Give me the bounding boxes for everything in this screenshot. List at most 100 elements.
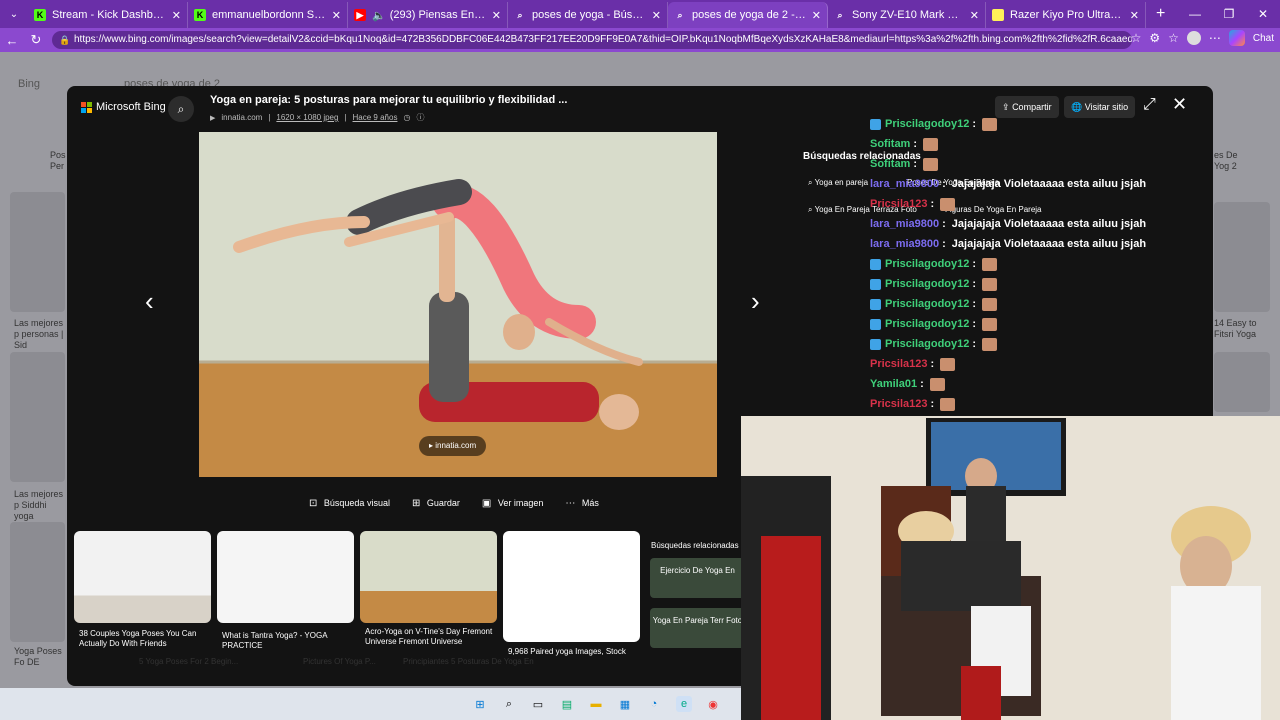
tab-razer[interactable]: Razer Kiyo Pro Ultra 4k | Mercado ✕ (986, 2, 1146, 28)
image-dimensions[interactable]: 1620 × 1080 jpeg (276, 113, 338, 122)
chrome-icon[interactable]: ◉ (705, 696, 721, 712)
close-tab-icon[interactable]: ✕ (812, 9, 821, 22)
related-search-item[interactable]: ⌕ Yoga en pareja (808, 178, 868, 188)
close-window-icon[interactable]: ✕ (1246, 0, 1280, 28)
chat-separator: : (930, 358, 935, 370)
chat-username[interactable]: lara_mia9800 (870, 238, 939, 250)
close-tab-icon[interactable]: ✕ (332, 9, 341, 22)
extensions-icon[interactable]: ⚙ (1149, 31, 1160, 45)
thumbnail-image (503, 531, 640, 642)
save-icon: ⊞ (411, 498, 421, 509)
related-search-item[interactable]: Figuras De Yoga En Pareja (945, 205, 1042, 214)
chat-username[interactable]: Priscilagodoy12 (885, 318, 969, 330)
microsoft-logo-icon (81, 101, 92, 113)
chat-username[interactable]: Priscilagodoy12 (885, 298, 969, 310)
new-tab-icon[interactable]: + (1146, 5, 1175, 23)
profile-avatar[interactable] (1186, 31, 1201, 45)
copilot-icon[interactable] (1228, 30, 1245, 46)
chat-username[interactable]: lara_mia9800 (870, 178, 939, 190)
chat-username[interactable]: Yamila01 (870, 378, 917, 390)
background-thumbnail (10, 522, 65, 642)
image-source-pill[interactable]: ▸ innatia.com (419, 436, 487, 456)
tab-kick-stream[interactable]: K emmanuelbordonn Stream - Wat ✕ (188, 2, 348, 28)
webcam-video (741, 416, 1280, 720)
chat-separator: : (913, 138, 918, 150)
edge-icon[interactable]: e (676, 696, 692, 712)
microsoft-bing-logo[interactable]: Microsoft Bing (81, 101, 166, 113)
close-modal-icon[interactable]: ✕ (1172, 94, 1187, 115)
thumb-caption: What is Tantra Yoga? - YOGA PRACTICE (222, 631, 328, 650)
similar-image-thumb[interactable] (217, 531, 354, 623)
visual-search-button[interactable]: ⊡ Búsqueda visual (309, 498, 390, 509)
previous-image-icon[interactable]: ‹ (145, 286, 154, 317)
main-image[interactable] (199, 132, 717, 477)
minimize-icon[interactable]: — (1178, 0, 1212, 28)
tab-poses-de-yoga-de-2[interactable]: ⌕ poses de yoga de 2 - Búsqueda I ✕ (668, 2, 828, 28)
background-caption: 5 Yoga Poses For 2 Begin... (139, 657, 239, 666)
similar-image-thumb[interactable] (503, 531, 640, 642)
next-image-icon[interactable]: › (751, 286, 760, 317)
chat-message: Priscilagodoy12: (870, 336, 998, 352)
refresh-icon[interactable]: ↻ (24, 32, 48, 48)
tab-label: emmanuelbordonn Stream - Wat (212, 9, 326, 21)
history-icon: ◷ (403, 113, 411, 122)
tab-poses-de-yoga[interactable]: ⌕ poses de yoga - Búsqueda ✕ (508, 2, 668, 28)
favorites-icon[interactable]: ☆ (1168, 31, 1179, 45)
tab-kick-dashboard[interactable]: K Stream - Kick Dashboard ✕ (28, 2, 188, 28)
related-card[interactable]: Yoga En Pareja Terr Foto (650, 608, 745, 648)
tab-label: Razer Kiyo Pro Ultra 4k | Mercado (1010, 9, 1124, 21)
info-icon[interactable]: ⓘ (416, 112, 424, 123)
chat-username[interactable]: lara_mia9800 (870, 218, 939, 230)
chat-username[interactable]: Pricsila123 (870, 358, 928, 370)
url-field[interactable]: 🔒 https://www.bing.com/images/search?vie… (52, 31, 1132, 49)
chat-username[interactable]: Priscilagodoy12 (885, 258, 969, 270)
toolbar-right: ☆ ⚙ ☆ ⋯ Chat (1131, 30, 1274, 46)
chat-username[interactable]: Pricsila123 (870, 398, 928, 410)
close-tab-icon[interactable]: ✕ (492, 9, 501, 22)
tab-actions-icon[interactable]: ⌄ (0, 0, 28, 28)
windows-start-icon[interactable]: ⊞ (472, 696, 488, 712)
view-image-button[interactable]: ▣ Ver imagen (482, 498, 544, 509)
restore-icon[interactable]: ❐ (1212, 0, 1246, 28)
save-button[interactable]: ⊞ Guardar (412, 498, 460, 509)
search-icon[interactable]: ⌕ (501, 696, 517, 712)
visit-site-button[interactable]: 🌐 Visitar sitio (1064, 96, 1136, 118)
background-thumbnail (10, 192, 65, 312)
chat-separator: : (913, 158, 918, 170)
similar-image-thumb[interactable] (360, 531, 497, 623)
tab-sony[interactable]: ⌕ Sony ZV-E10 Mark mercado libre ✕ (828, 2, 986, 28)
search-icon[interactable]: ⌕ (168, 96, 194, 122)
chat-message: Pricsila123: (870, 196, 956, 212)
wifi-icon[interactable]: ◔ (646, 696, 662, 712)
file-explorer-icon[interactable]: ▬ (588, 696, 604, 712)
chat-label[interactable]: Chat (1253, 33, 1274, 44)
similar-image-thumb[interactable] (74, 531, 211, 623)
back-icon[interactable]: ← (0, 33, 24, 48)
close-tab-icon[interactable]: ✕ (172, 9, 181, 22)
chat-username[interactable]: Priscilagodoy12 (885, 338, 969, 350)
widgets-icon[interactable]: ▤ (559, 696, 575, 712)
chat-username[interactable]: Sofitam (870, 138, 910, 150)
close-tab-icon[interactable]: ✕ (970, 9, 979, 22)
expand-icon[interactable]: ⤢ (1143, 96, 1156, 114)
chat-username[interactable]: Priscilagodoy12 (885, 118, 969, 130)
image-title[interactable]: Yoga en pareja: 5 posturas para mejorar … (210, 94, 567, 106)
chat-message: Sofitam: (870, 136, 939, 152)
close-tab-icon[interactable]: ✕ (652, 9, 661, 22)
more-icon[interactable]: ⋯ (1209, 31, 1221, 45)
image-source[interactable]: innatia.com (221, 113, 262, 122)
task-view-icon[interactable]: ▭ (530, 696, 546, 712)
tab-youtube[interactable]: ▶ 🔈 (293) Piensas En Mi - Nicky Ja ✕ (348, 2, 508, 28)
image-age[interactable]: Hace 9 años (353, 113, 398, 122)
related-card[interactable]: Ejercicio De Yoga En (650, 558, 745, 598)
more-button[interactable]: ⋯ Más (565, 498, 599, 509)
chat-username[interactable]: Pricsila123 (870, 198, 928, 210)
speaker-icon[interactable]: 🔈 (372, 9, 386, 22)
favorite-star-icon[interactable]: ☆ (1131, 31, 1142, 45)
close-tab-icon[interactable]: ✕ (1130, 9, 1139, 22)
store-icon[interactable]: ▦ (617, 696, 633, 712)
share-button[interactable]: ⇪ Compartir (995, 96, 1059, 118)
chat-username[interactable]: Sofitam (870, 158, 910, 170)
chat-username[interactable]: Priscilagodoy12 (885, 278, 969, 290)
chat-separator: : (972, 298, 977, 310)
